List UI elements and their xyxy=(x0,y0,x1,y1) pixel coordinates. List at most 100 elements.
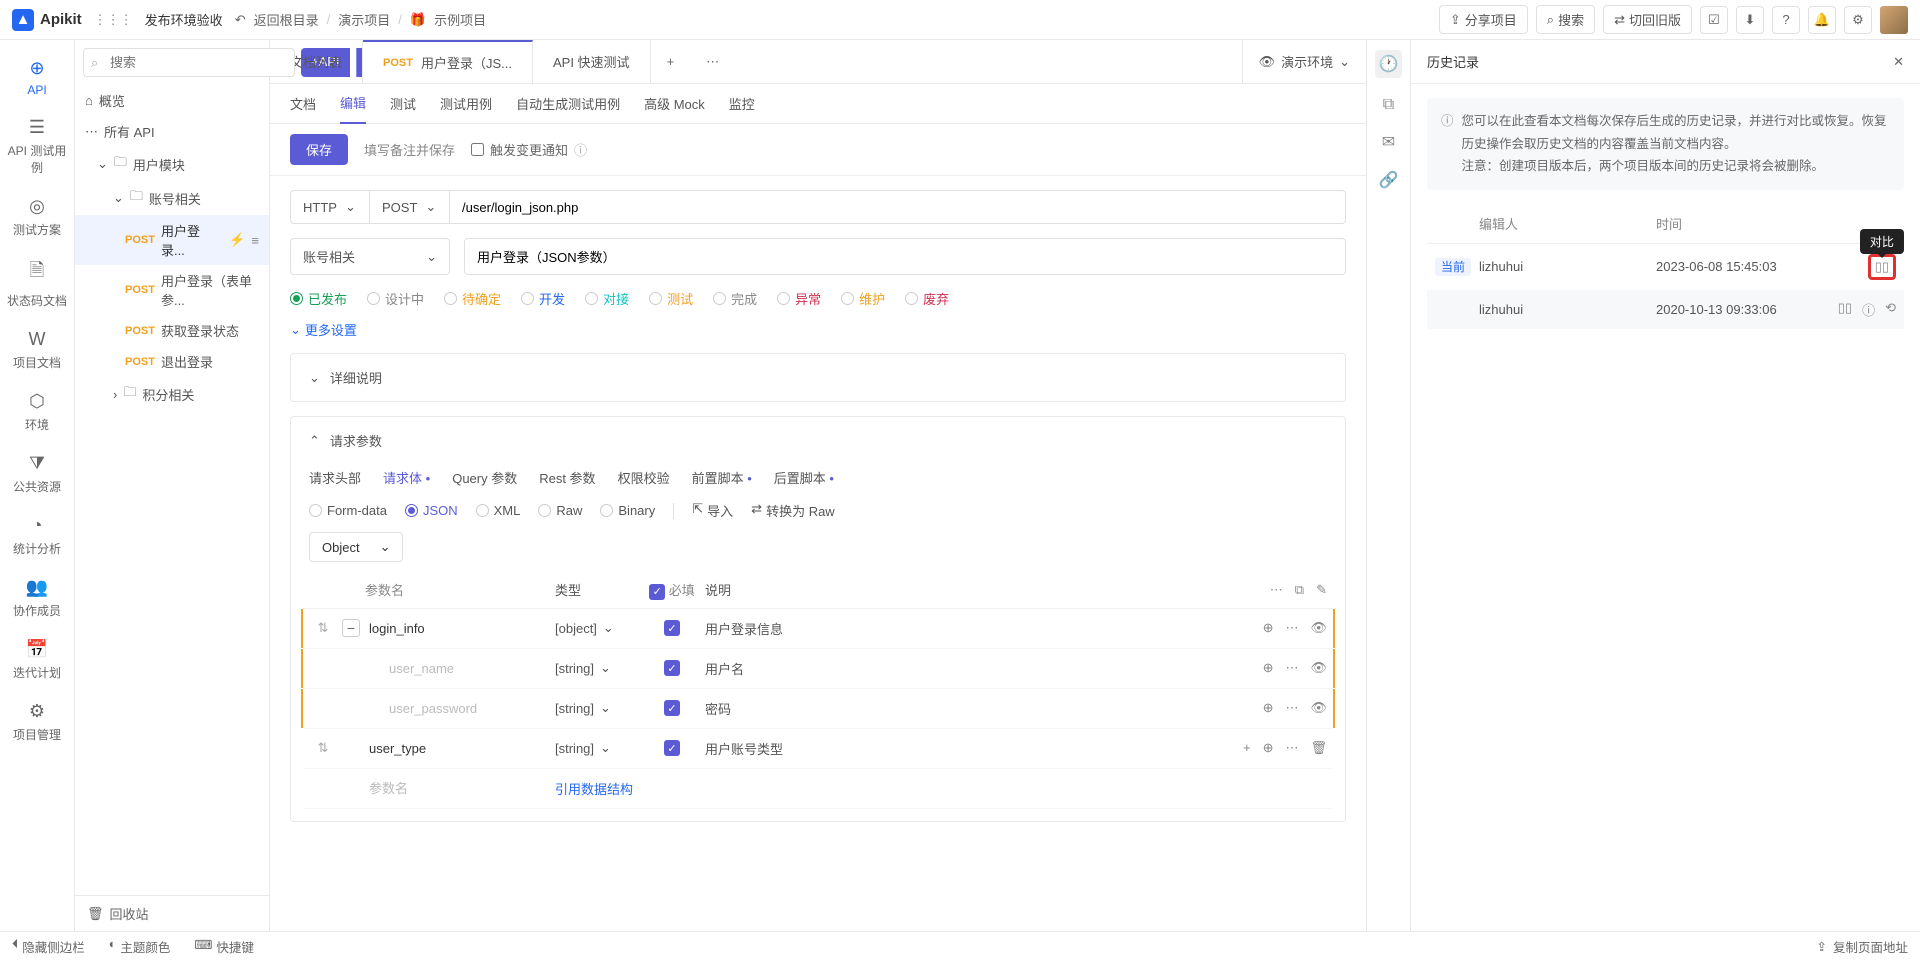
history-row[interactable]: lizhuhui 2020-10-13 09:33:06 ▯▯ ⓘ ⟲ xyxy=(1427,290,1904,329)
crumb-2[interactable]: 示例项目 xyxy=(434,10,486,29)
more-icon[interactable]: ⋯ xyxy=(1285,660,1298,676)
share-button[interactable]: ⇪分享项目 xyxy=(1439,5,1528,34)
delete-icon[interactable]: 🗑 xyxy=(1310,740,1327,756)
bt-formdata[interactable]: Form-data xyxy=(309,503,387,518)
more-icon[interactable]: ⋯ xyxy=(1285,700,1298,716)
drag-handle[interactable]: ⇅ xyxy=(309,620,337,636)
tab-more[interactable]: ⋯ xyxy=(690,40,735,83)
param-name-input[interactable] xyxy=(385,695,555,722)
back-link[interactable]: 返回根目录 xyxy=(254,10,319,29)
subtab-monitor[interactable]: 监控 xyxy=(729,84,755,123)
copy-icon[interactable]: ⧉ xyxy=(1295,582,1304,598)
copy-icon[interactable]: ⧉ xyxy=(1383,96,1394,114)
plus-icon[interactable]: + xyxy=(1243,740,1251,756)
status-pending[interactable]: 待确定 xyxy=(444,289,501,308)
trigger-checkbox[interactable]: 触发变更通知ⓘ xyxy=(471,140,587,159)
tab-add[interactable]: + xyxy=(651,40,691,83)
notification-button[interactable]: 🔔 xyxy=(1808,6,1836,34)
env-name[interactable]: 发布环境验收 xyxy=(145,10,223,29)
check-icon[interactable]: ✓ xyxy=(649,584,665,600)
param-name-input[interactable] xyxy=(385,655,555,682)
group-select[interactable]: 账号相关⌄ xyxy=(290,238,450,275)
ptab-body[interactable]: 请求体 • xyxy=(383,464,430,491)
hide-sidebar-button[interactable]: ⏴隐藏侧边栏 xyxy=(12,937,85,956)
drag-handle[interactable]: ⇅ xyxy=(309,740,337,756)
restore-icon[interactable]: ⟲ xyxy=(1885,300,1896,319)
param-name-input[interactable] xyxy=(365,735,555,762)
required-checkbox[interactable]: ✓ xyxy=(664,740,680,756)
ptab-query[interactable]: Query 参数 xyxy=(452,464,517,491)
back-icon[interactable]: ↶ xyxy=(235,12,246,28)
tree-all-apis[interactable]: ⋯所有 API xyxy=(75,116,269,147)
link-icon[interactable]: 🔗 xyxy=(1379,170,1399,190)
nav-testplan[interactable]: ◎测试方案 xyxy=(0,186,74,248)
ref-struct-link[interactable]: 引用数据结构 xyxy=(555,779,633,798)
tree-group-points[interactable]: ›🗀积分相关 xyxy=(75,377,269,411)
nav-api[interactable]: ⊕API xyxy=(0,48,74,107)
tab-active-api[interactable]: POST用户登录（JS... xyxy=(363,40,533,83)
status-deprecated[interactable]: 废弃 xyxy=(905,289,949,308)
ptab-rest[interactable]: Rest 参数 xyxy=(539,464,595,491)
tree-api-item[interactable]: POST用户登录（表单参... xyxy=(75,265,269,315)
panel-detail-head[interactable]: ⌄详细说明 xyxy=(291,354,1345,401)
tree-search-input[interactable] xyxy=(83,48,295,77)
ptab-prescript[interactable]: 前置脚本 • xyxy=(692,464,752,491)
trigger-cb-input[interactable] xyxy=(471,143,484,156)
api-name-input[interactable] xyxy=(464,238,1346,275)
nav-projmgmt[interactable]: ⚙项目管理 xyxy=(0,691,74,753)
status-done[interactable]: 完成 xyxy=(713,289,757,308)
add-icon[interactable]: ⊕ xyxy=(1263,620,1274,636)
collapse-button[interactable]: − xyxy=(342,619,360,637)
bt-json[interactable]: JSON xyxy=(405,503,458,518)
compare-button[interactable]: 对比 ▯▯ xyxy=(1868,254,1896,280)
method-select[interactable]: POST⌄ xyxy=(370,190,450,224)
import-button[interactable]: ⇱导入 xyxy=(692,501,733,520)
nav-resource[interactable]: ⧩公共资源 xyxy=(0,443,74,505)
more-icon[interactable]: ⋯ xyxy=(1285,740,1298,756)
bt-raw[interactable]: Raw xyxy=(538,503,582,518)
subtab-autogen[interactable]: 自动生成测试用例 xyxy=(516,84,620,123)
status-published[interactable]: 已发布 xyxy=(290,289,347,308)
status-maintain[interactable]: 维护 xyxy=(841,289,885,308)
logo[interactable]: ▲ Apikit xyxy=(12,9,82,31)
ptab-header[interactable]: 请求头部 xyxy=(309,464,361,491)
ptab-auth[interactable]: 权限校验 xyxy=(618,464,670,491)
tree-overview[interactable]: ⌂概览 xyxy=(75,85,269,116)
history-row[interactable]: 当前 lizhuhui 2023-06-08 15:45:03 对比 ▯▯ xyxy=(1427,244,1904,290)
avatar[interactable] xyxy=(1880,6,1908,34)
hide-icon[interactable]: 👁 xyxy=(1310,700,1327,716)
info-icon[interactable]: ⓘ xyxy=(1862,300,1875,319)
grid-icon[interactable]: ⋮⋮⋮ xyxy=(94,12,133,28)
nav-iteration[interactable]: 📅迭代计划 xyxy=(0,629,74,691)
help-button[interactable]: ? xyxy=(1772,6,1800,34)
hide-icon[interactable]: 👁 xyxy=(1310,620,1327,636)
hide-icon[interactable]: 👁 xyxy=(1310,660,1327,676)
info-icon[interactable]: ⓘ xyxy=(574,140,587,159)
param-name-input[interactable] xyxy=(365,775,555,802)
nav-env[interactable]: ⬡环境 xyxy=(0,381,74,443)
status-error[interactable]: 异常 xyxy=(777,289,821,308)
param-type-select[interactable]: [object]⌄ xyxy=(555,620,647,636)
tree-group-user[interactable]: ⌄🗀用户模块 xyxy=(75,147,269,181)
bt-xml[interactable]: XML xyxy=(476,503,521,518)
subtab-edit[interactable]: 编辑 xyxy=(340,83,366,124)
save-note[interactable]: 填写备注并保存 xyxy=(364,140,455,159)
crumb-1[interactable]: 演示项目 xyxy=(338,10,390,29)
tree-api-item[interactable]: POST获取登录状态 xyxy=(75,315,269,346)
param-type-select[interactable]: [string]⌄ xyxy=(555,660,647,676)
param-desc[interactable]: 用户名 xyxy=(697,659,1207,678)
settings-button[interactable]: ⚙ xyxy=(1844,6,1872,34)
shortcut-button[interactable]: ⌨快捷键 xyxy=(194,937,254,956)
subtab-doc[interactable]: 文档 xyxy=(290,84,316,123)
close-button[interactable]: ✕ xyxy=(1893,54,1904,70)
required-checkbox[interactable]: ✓ xyxy=(664,620,680,636)
param-type-select[interactable]: [string]⌄ xyxy=(555,740,647,756)
bolt-icon[interactable]: ⚡ xyxy=(229,232,245,248)
add-icon[interactable]: ⊕ xyxy=(1263,660,1274,676)
history-icon[interactable]: 🕐 xyxy=(1375,50,1403,78)
more-icon[interactable]: ⋯ xyxy=(1285,620,1298,636)
tab-quicktest[interactable]: API 快速测试 xyxy=(533,40,651,83)
param-desc[interactable]: 用户登录信息 xyxy=(697,619,1207,638)
param-desc[interactable]: 密码 xyxy=(697,699,1207,718)
env-selector[interactable]: 👁演示环境⌄ xyxy=(1242,40,1366,83)
